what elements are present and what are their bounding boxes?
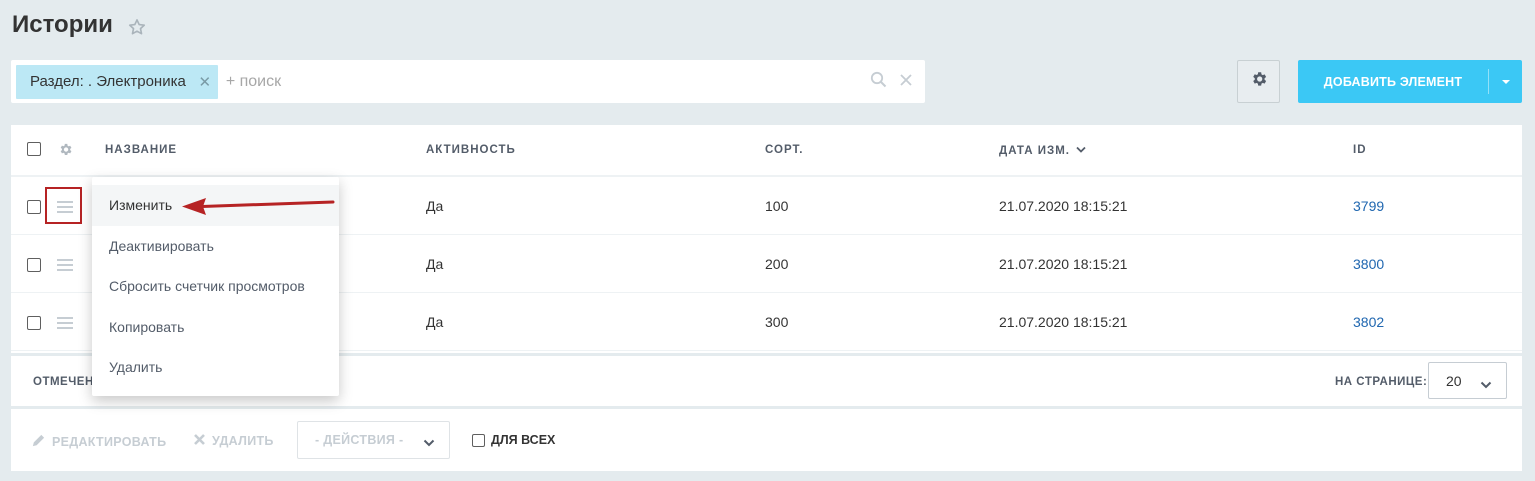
column-header-id[interactable]: ID xyxy=(1353,144,1367,156)
menu-item-copy[interactable]: Копировать xyxy=(92,307,339,348)
clear-search-icon[interactable] xyxy=(899,73,913,92)
annotation-highlight-box xyxy=(45,187,82,224)
edit-button[interactable]: РЕДАКТИРОВАТЬ xyxy=(31,433,166,451)
actions-select[interactable]: - ДЕЙСТВИЯ - xyxy=(297,421,450,459)
cell-date: 21.07.2020 18:15:21 xyxy=(999,198,1128,214)
page-title: Истории xyxy=(12,11,113,38)
cell-id-link[interactable]: 3800 xyxy=(1353,256,1384,272)
cell-sort: 200 xyxy=(765,256,789,272)
cell-id-link[interactable]: 3802 xyxy=(1353,314,1384,330)
row-checkbox[interactable] xyxy=(27,200,41,214)
filter-chip-label: Раздел: . Электроника xyxy=(30,73,186,90)
cross-icon xyxy=(193,433,206,449)
select-all-checkbox[interactable] xyxy=(27,142,41,156)
selected-count-label: ОТМЕЧЕН xyxy=(33,376,94,388)
delete-button-label: УДАЛИТЬ xyxy=(212,434,274,448)
for-all-toggle[interactable]: ДЛЯ ВСЕХ xyxy=(472,433,555,447)
search-input[interactable]: + поиск xyxy=(226,73,281,91)
menu-item-deactivate[interactable]: Деактивировать xyxy=(92,226,339,267)
column-header-name[interactable]: НАЗВАНИЕ xyxy=(105,144,177,156)
add-element-button[interactable]: ДОБАВИТЬ ЭЛЕМЕНТ xyxy=(1298,60,1522,103)
cell-id-link[interactable]: 3799 xyxy=(1353,198,1384,214)
cell-sort: 100 xyxy=(765,198,789,214)
group-actions-panel: РЕДАКТИРОВАТЬ УДАЛИТЬ - ДЕЙСТВИЯ - ДЛЯ В… xyxy=(11,409,1522,471)
gear-icon[interactable] xyxy=(58,142,73,162)
cell-date: 21.07.2020 18:15:21 xyxy=(999,256,1128,272)
page-header: Истории xyxy=(12,11,147,39)
per-page-value: 20 xyxy=(1446,372,1462,389)
column-header-sort[interactable]: СОРТ. xyxy=(765,144,803,156)
for-all-label: ДЛЯ ВСЕХ xyxy=(491,433,556,447)
burger-icon[interactable] xyxy=(57,259,73,271)
filter-bar[interactable]: Раздел: . Электроника ✕ + поиск xyxy=(11,60,925,103)
cell-sort: 300 xyxy=(765,314,789,330)
column-header-date[interactable]: ДАТА ИЗМ. xyxy=(999,144,1086,157)
sort-desc-icon xyxy=(1076,144,1086,156)
for-all-checkbox[interactable] xyxy=(472,433,485,447)
row-checkbox[interactable] xyxy=(27,316,41,330)
column-header-date-label: ДАТА ИЗМ. xyxy=(999,145,1070,157)
column-header-activity[interactable]: АКТИВНОСТЬ xyxy=(426,144,516,156)
cell-activity: Да xyxy=(426,314,444,330)
edit-button-label: РЕДАКТИРОВАТЬ xyxy=(52,435,167,449)
pencil-icon xyxy=(31,433,46,451)
delete-button[interactable]: УДАЛИТЬ xyxy=(193,433,274,449)
annotation-arrow xyxy=(182,198,335,215)
menu-item-delete[interactable]: Удалить xyxy=(92,347,339,388)
search-icon[interactable] xyxy=(870,71,887,93)
gear-icon xyxy=(1250,70,1268,93)
menu-item-reset-views[interactable]: Сбросить счетчик просмотров xyxy=(92,266,339,307)
star-icon[interactable] xyxy=(127,17,147,37)
cell-activity: Да xyxy=(426,198,444,214)
grid-header: НАЗВАНИЕ АКТИВНОСТЬ СОРТ. ДАТА ИЗМ. ID xyxy=(11,125,1522,177)
per-page-select[interactable]: 20 xyxy=(1428,362,1507,399)
chevron-down-icon[interactable] xyxy=(1489,79,1522,84)
burger-icon[interactable] xyxy=(57,317,73,329)
actions-select-value: - ДЕЙСТВИЯ - xyxy=(315,433,404,447)
cell-activity: Да xyxy=(426,256,444,272)
per-page-label: НА СТРАНИЦЕ: xyxy=(1335,376,1428,388)
add-element-label: ДОБАВИТЬ ЭЛЕМЕНТ xyxy=(1323,74,1463,89)
chevron-down-icon xyxy=(423,436,435,450)
close-icon[interactable]: ✕ xyxy=(198,73,212,91)
chevron-down-icon xyxy=(1480,376,1492,392)
row-checkbox[interactable] xyxy=(27,258,41,272)
filter-chip[interactable]: Раздел: . Электроника ✕ xyxy=(16,64,218,99)
settings-button[interactable] xyxy=(1237,60,1280,103)
cell-date: 21.07.2020 18:15:21 xyxy=(999,314,1128,330)
